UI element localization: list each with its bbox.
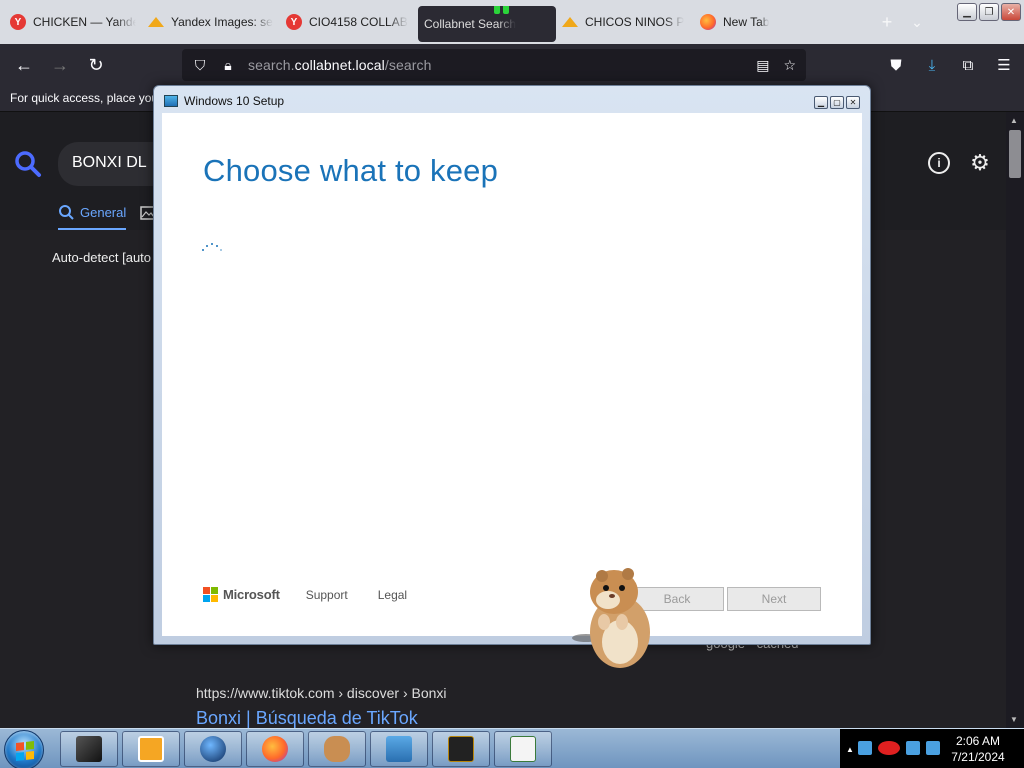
taskbar-app-8[interactable] (494, 731, 552, 767)
firefox-icon (700, 14, 716, 30)
browser-tab[interactable]: Y CHICKEN — Yande (4, 5, 142, 39)
tab-general-label: General (80, 204, 127, 220)
audio-meter-icon (494, 6, 518, 14)
bookmark-star-icon[interactable]: ☆ (783, 57, 796, 74)
firefox-icon (262, 736, 288, 762)
media-player-icon (138, 736, 164, 762)
windows-setup-dialog: Windows 10 Setup ▁ ▢ ✕ Choose what to ke… (153, 85, 871, 645)
taskbar-app-1[interactable] (60, 731, 118, 767)
tab-label: New Tab (723, 15, 770, 29)
microsoft-logo-icon (203, 587, 218, 602)
close-button[interactable]: ✕ (1001, 3, 1021, 21)
browser-tab-active[interactable]: Collabnet Search (418, 6, 556, 42)
yandex-icon: Y (286, 14, 302, 30)
desktop-screen: Y CHICKEN — Yande Yandex Images: se Y CI… (0, 0, 1024, 768)
extensions-icon[interactable]: ⧉ (958, 57, 978, 74)
dialog-content: Choose what to keep Microsoft Support Le… (162, 113, 862, 636)
yandex-images-icon (148, 14, 164, 30)
lock-icon[interactable]: 🔒︎ (220, 57, 236, 74)
taskbar-app-3[interactable] (184, 731, 242, 767)
network-icon[interactable] (858, 741, 872, 755)
dialog-maximize-button[interactable]: ▢ (830, 96, 844, 109)
url-bar[interactable]: ⛉ 🔒︎ search.collabnet.local/search ▤ ☆ (182, 49, 806, 81)
tab-label: CHICKEN — Yande (33, 15, 136, 29)
tab-general[interactable]: General (58, 202, 127, 230)
rl-app-icon (448, 736, 474, 762)
scroll-up-icon[interactable]: ▲ (1010, 116, 1018, 125)
display-icon[interactable] (906, 741, 920, 755)
restore-button[interactable]: ❐ (979, 3, 999, 21)
browser-tab-strip: Y CHICKEN — Yande Yandex Images: se Y CI… (0, 0, 1024, 44)
clock-time: 2:06 AM (955, 734, 1001, 748)
support-link[interactable]: Support (306, 588, 348, 602)
clock[interactable]: 2:06 AM 7/21/2024 (936, 733, 1020, 765)
pocket-icon[interactable]: ⛊ (886, 57, 906, 74)
tab-label: CHICOS NINOS P (585, 15, 685, 29)
globe-app-icon (200, 736, 226, 762)
next-button[interactable]: Next (727, 587, 821, 611)
setup-app-icon (386, 736, 412, 762)
taskbar-app-firefox[interactable] (246, 731, 304, 767)
taskbar-app-6[interactable] (370, 731, 428, 767)
browser-tab[interactable]: CHICOS NINOS P (556, 5, 694, 39)
dialog-title: Windows 10 Setup (184, 94, 285, 108)
search-icon[interactable] (14, 150, 42, 178)
taskbar-app-7[interactable] (432, 731, 490, 767)
system-tray: ▲ 2:06 AM 7/21/2024 (840, 729, 1024, 768)
dialog-close-button[interactable]: ✕ (846, 96, 860, 109)
language-autodetect[interactable]: Auto-detect [auto (52, 250, 151, 265)
yandex-images-icon (562, 14, 578, 30)
shield-icon[interactable]: ⛉ (192, 57, 208, 74)
result-url[interactable]: https://www.tiktok.com › discover › Bonx… (196, 685, 447, 701)
page-title: Choose what to keep (203, 153, 499, 188)
reload-icon[interactable]: ↻ (78, 49, 114, 81)
loading-spinner-icon (202, 241, 226, 255)
minimize-button[interactable]: ▁ (957, 3, 977, 21)
page-scrollbar[interactable]: ▲ ▼ (1006, 112, 1024, 728)
yandex-icon: Y (10, 14, 26, 30)
browser-tab[interactable]: Y CIO4158 COLLAB (280, 5, 418, 39)
new-tab-button[interactable]: + (872, 7, 902, 37)
tray-expand-icon[interactable]: ▲ (846, 745, 854, 754)
document-app-icon (510, 736, 536, 762)
window-controls: ▁ ❐ ✕ (957, 3, 1021, 21)
dialog-minimize-button[interactable]: ▁ (814, 96, 828, 109)
bookmarks-hint: For quick access, place your (10, 91, 163, 105)
legal-link[interactable]: Legal (378, 588, 407, 602)
download-icon[interactable]: ⤓ (922, 57, 942, 74)
start-button[interactable] (4, 730, 44, 768)
hamster-sticker-icon (572, 568, 650, 668)
scrollbar-thumb[interactable] (1009, 130, 1021, 178)
tab-label: Collabnet Search (424, 17, 517, 31)
menu-icon[interactable]: ☰ (994, 56, 1014, 74)
hamster-app-icon (324, 736, 350, 762)
dialog-titlebar[interactable]: Windows 10 Setup (164, 94, 284, 108)
tab-label: Yandex Images: se (171, 15, 273, 29)
result-title-link[interactable]: Bonxi | Búsqueda de TikTok (196, 708, 418, 729)
url-text[interactable]: search.collabnet.local/search (248, 57, 744, 73)
alert-icon[interactable] (878, 741, 900, 755)
browser-tab[interactable]: New Tab (694, 5, 832, 39)
back-arrow-icon[interactable]: ← (6, 49, 42, 81)
tab-label: CIO4158 COLLAB (309, 15, 408, 29)
taskbar-app-2[interactable] (122, 731, 180, 767)
microsoft-brand: Microsoft (223, 587, 280, 602)
gear-icon[interactable]: ⚙ (968, 152, 992, 176)
reader-view-icon[interactable]: ▤ (756, 57, 769, 74)
list-all-tabs-icon[interactable]: ⌄ (902, 7, 932, 37)
search-icon (59, 205, 74, 220)
windows-logo-icon (16, 741, 34, 761)
forward-arrow-icon[interactable]: → (42, 49, 78, 81)
setup-app-icon (164, 95, 178, 107)
taskbar-app-5[interactable] (308, 731, 366, 767)
browser-tab[interactable]: Yandex Images: se (142, 5, 280, 39)
black-box-app-icon (76, 736, 102, 762)
clock-date: 7/21/2024 (951, 750, 1005, 764)
taskbar: ▲ 2:06 AM 7/21/2024 (0, 728, 1024, 768)
info-icon[interactable]: i (928, 152, 950, 174)
scroll-down-icon[interactable]: ▼ (1010, 715, 1018, 724)
toolbar-right: ⛊ ⤓ ⧉ ☰ (886, 49, 1014, 81)
navigation-toolbar: ← → ↻ ⛉ 🔒︎ search.collabnet.local/search… (0, 44, 1024, 86)
